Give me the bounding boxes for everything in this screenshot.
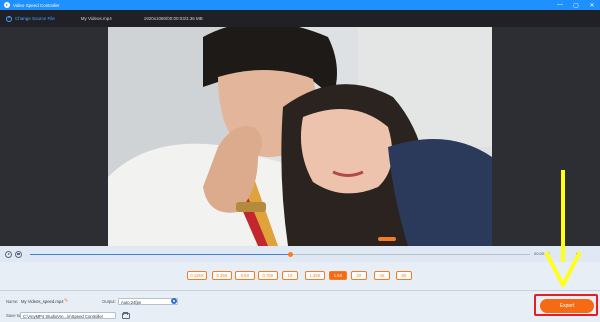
output-label: Output:: [102, 299, 116, 304]
video-frame[interactable]: [108, 27, 492, 246]
progress-track[interactable]: [30, 251, 530, 257]
speed-option-0125x[interactable]: 0.125X: [187, 271, 207, 280]
speed-option-125x[interactable]: 1.25X: [305, 271, 325, 280]
app-window: Video Speed Controller — ▢ ✕ + Change So…: [0, 0, 600, 322]
progress-fill: [30, 253, 290, 255]
speed-option-1x[interactable]: 1X: [282, 271, 298, 280]
change-source-button[interactable]: + Change Source File: [6, 15, 55, 22]
speed-option-075x[interactable]: 0.75X: [258, 271, 278, 280]
maximize-button[interactable]: ▢: [568, 0, 584, 10]
progress-handle[interactable]: [287, 251, 293, 257]
timecode: 00:00:03: [534, 251, 550, 256]
gear-icon[interactable]: [171, 298, 177, 304]
name-label: Name:: [6, 299, 19, 304]
speed-option-025x[interactable]: 0.25X: [212, 271, 232, 280]
speed-option-2x[interactable]: 2X: [351, 271, 367, 280]
change-source-label: Change Source File: [15, 16, 55, 21]
source-bar: + Change Source File My Videos.mp4 1920x…: [0, 10, 600, 27]
playback-bar: 00:00:03: [0, 246, 600, 262]
source-file-name: My Videos.mp4: [80, 16, 112, 21]
edit-icon[interactable]: ✎: [64, 298, 68, 304]
volume-icon[interactable]: [576, 251, 582, 257]
speed-option-4x[interactable]: 4X: [374, 271, 390, 280]
source-file-info: 1920x1080/00:00:03/3.36 MB: [143, 16, 203, 21]
play-icon[interactable]: [5, 250, 12, 258]
output-format-value: Auto;24fps: [121, 299, 142, 305]
video-player: [0, 27, 600, 246]
speed-options: 0.125X 0.25X 0.5X 0.75X 1X 1.25X 1.5X 2X…: [0, 262, 600, 290]
minimize-button[interactable]: —: [552, 0, 568, 10]
output-format-field[interactable]: Auto;24fps: [118, 297, 178, 305]
speed-option-05x[interactable]: 0.5X: [235, 271, 255, 280]
save-path-field[interactable]: C:\AnyMP4 Studio\An...\e\Speed Controlle…: [20, 311, 116, 319]
app-title: Video Speed Controller: [13, 2, 60, 8]
video-image: [108, 27, 492, 246]
output-settings-bar: Name: My Videos_speed.mp4 ✎ Output: Auto…: [0, 290, 600, 322]
close-button[interactable]: ✕: [584, 0, 600, 10]
speed-option-8x[interactable]: 8X: [396, 271, 412, 280]
output-name-field[interactable]: My Videos_speed.mp4: [21, 299, 64, 304]
plus-icon: +: [6, 15, 12, 22]
app-logo-icon: [4, 2, 10, 8]
title-bar: Video Speed Controller — ▢ ✕: [0, 0, 600, 10]
save-path-value: C:\AnyMP4 Studio\An...\e\Speed Controlle…: [23, 313, 104, 319]
stop-icon[interactable]: [15, 250, 22, 258]
folder-icon[interactable]: [122, 312, 130, 319]
export-highlight-frame: [534, 294, 598, 316]
speed-option-15x[interactable]: 1.5X: [329, 271, 347, 280]
